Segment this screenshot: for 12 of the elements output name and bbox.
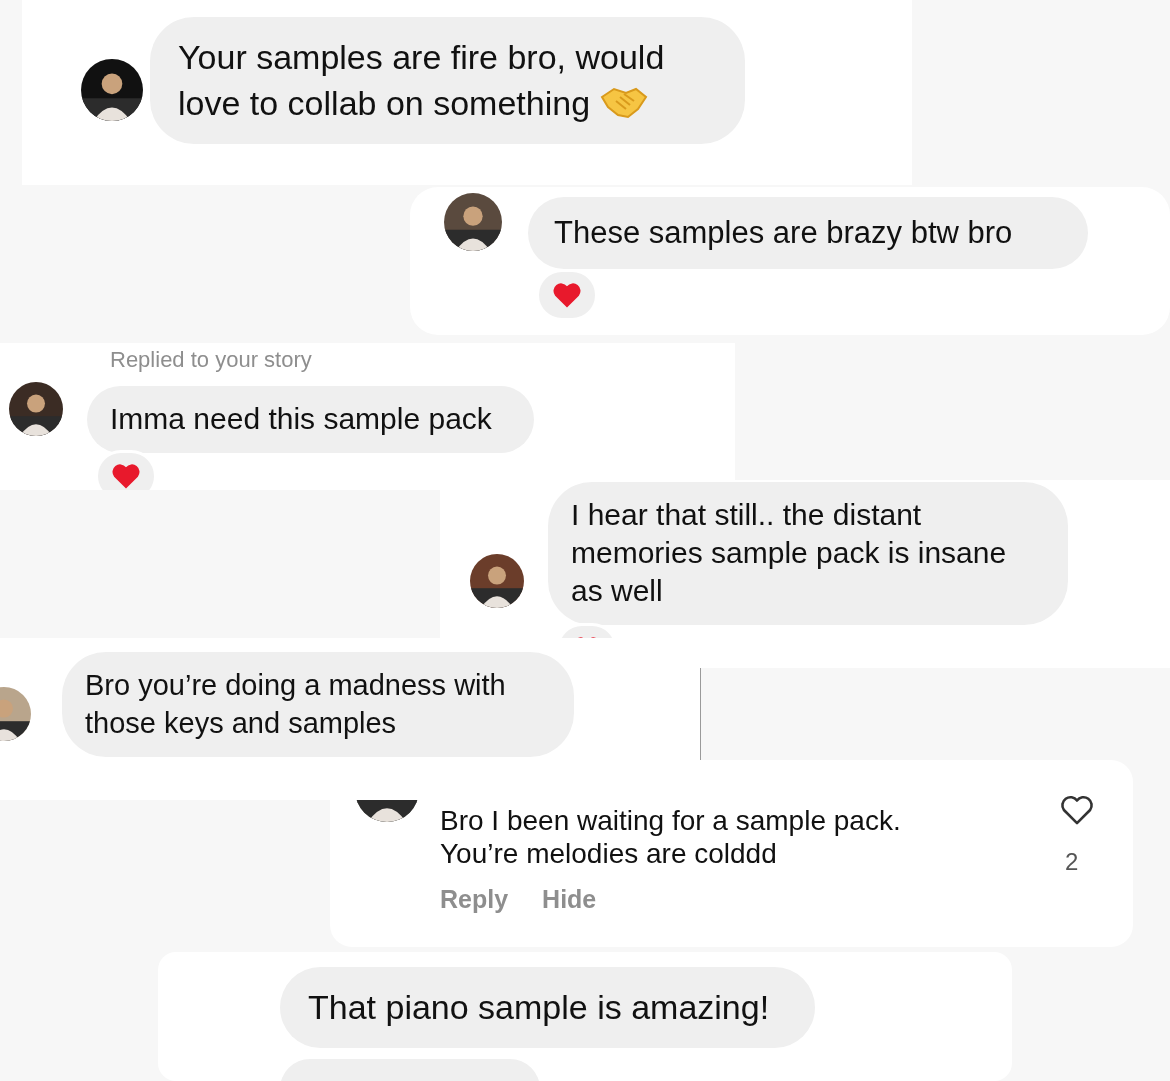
- heart-icon[interactable]: [1059, 794, 1095, 826]
- reply-caption: Replied to your story: [110, 347, 312, 373]
- message-bubble: These samples are brazy btw bro: [528, 197, 1088, 270]
- message-bubble: Your samples are fire bro, would love to collab on something: [150, 17, 745, 144]
- message-bubble: Bro you’re doing a madness with those keys and samples: [62, 652, 574, 757]
- like-count: 2: [1065, 848, 1079, 876]
- message-bubble: That piano sample is amazing!: [280, 967, 815, 1048]
- comment-text: Bro I been waiting for a sample pack. You’re melodies are colddd: [440, 804, 902, 870]
- message-bubble: I hear that still.. the distant memories sample pack is insane as well: [548, 482, 1068, 625]
- comment-action[interactable]: Hide: [542, 885, 597, 914]
- message-bubble: Imma need this sample pack: [87, 386, 534, 453]
- comment-action[interactable]: Reply: [440, 885, 509, 914]
